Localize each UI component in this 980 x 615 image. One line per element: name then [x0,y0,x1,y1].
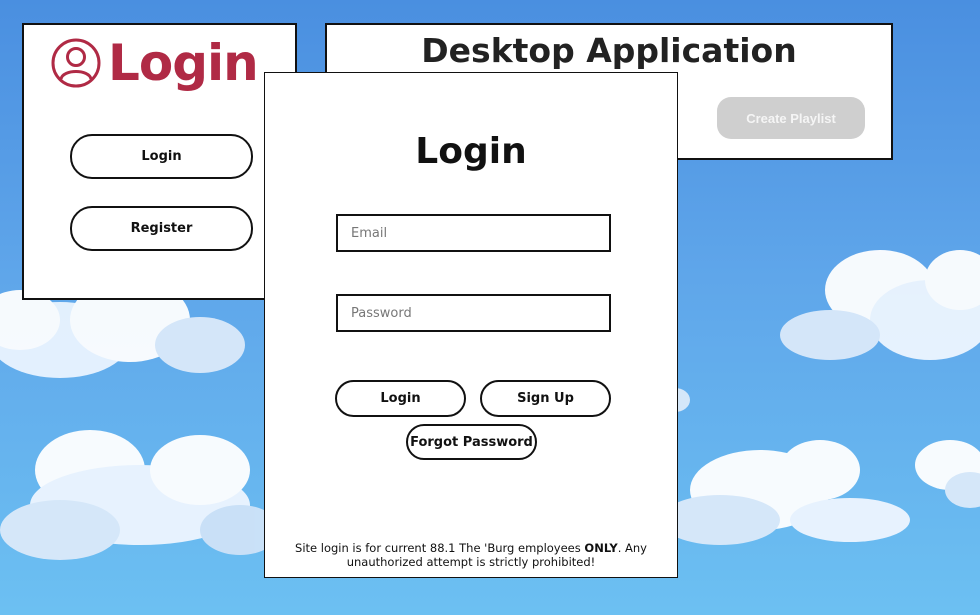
notice-prefix: Site login is for current 88.1 The 'Burg… [295,541,585,555]
sign-up-button[interactable]: Sign Up [480,380,611,417]
cloud-right-bottom [660,440,980,545]
desktop-background: { "left_panel": { "brand_text": "Login",… [0,0,980,615]
login-title: Login [415,131,527,172]
login-dialog: Login Email Password Login Sign Up Forgo… [264,72,678,578]
email-field[interactable]: Email [336,214,611,252]
app-title: Desktop Application [421,31,797,70]
login-button[interactable]: Login [70,134,253,179]
login-submit-button[interactable]: Login [335,380,466,417]
register-button[interactable]: Register [70,206,253,251]
brand-header: Login [50,34,259,92]
password-field[interactable]: Password [336,294,611,332]
cloud-right-top [780,250,980,360]
access-notice: Site login is for current 88.1 The 'Burg… [265,541,677,569]
forgot-password-button[interactable]: Forgot Password [406,424,537,460]
notice-emphasis: ONLY [584,541,618,555]
login-register-window: Login Login Register [22,23,297,300]
create-playlist-button[interactable]: Create Playlist [717,97,865,139]
user-circle-icon [51,38,101,88]
brand-title: Login [108,34,259,92]
cloud-left-bottom [0,430,280,560]
